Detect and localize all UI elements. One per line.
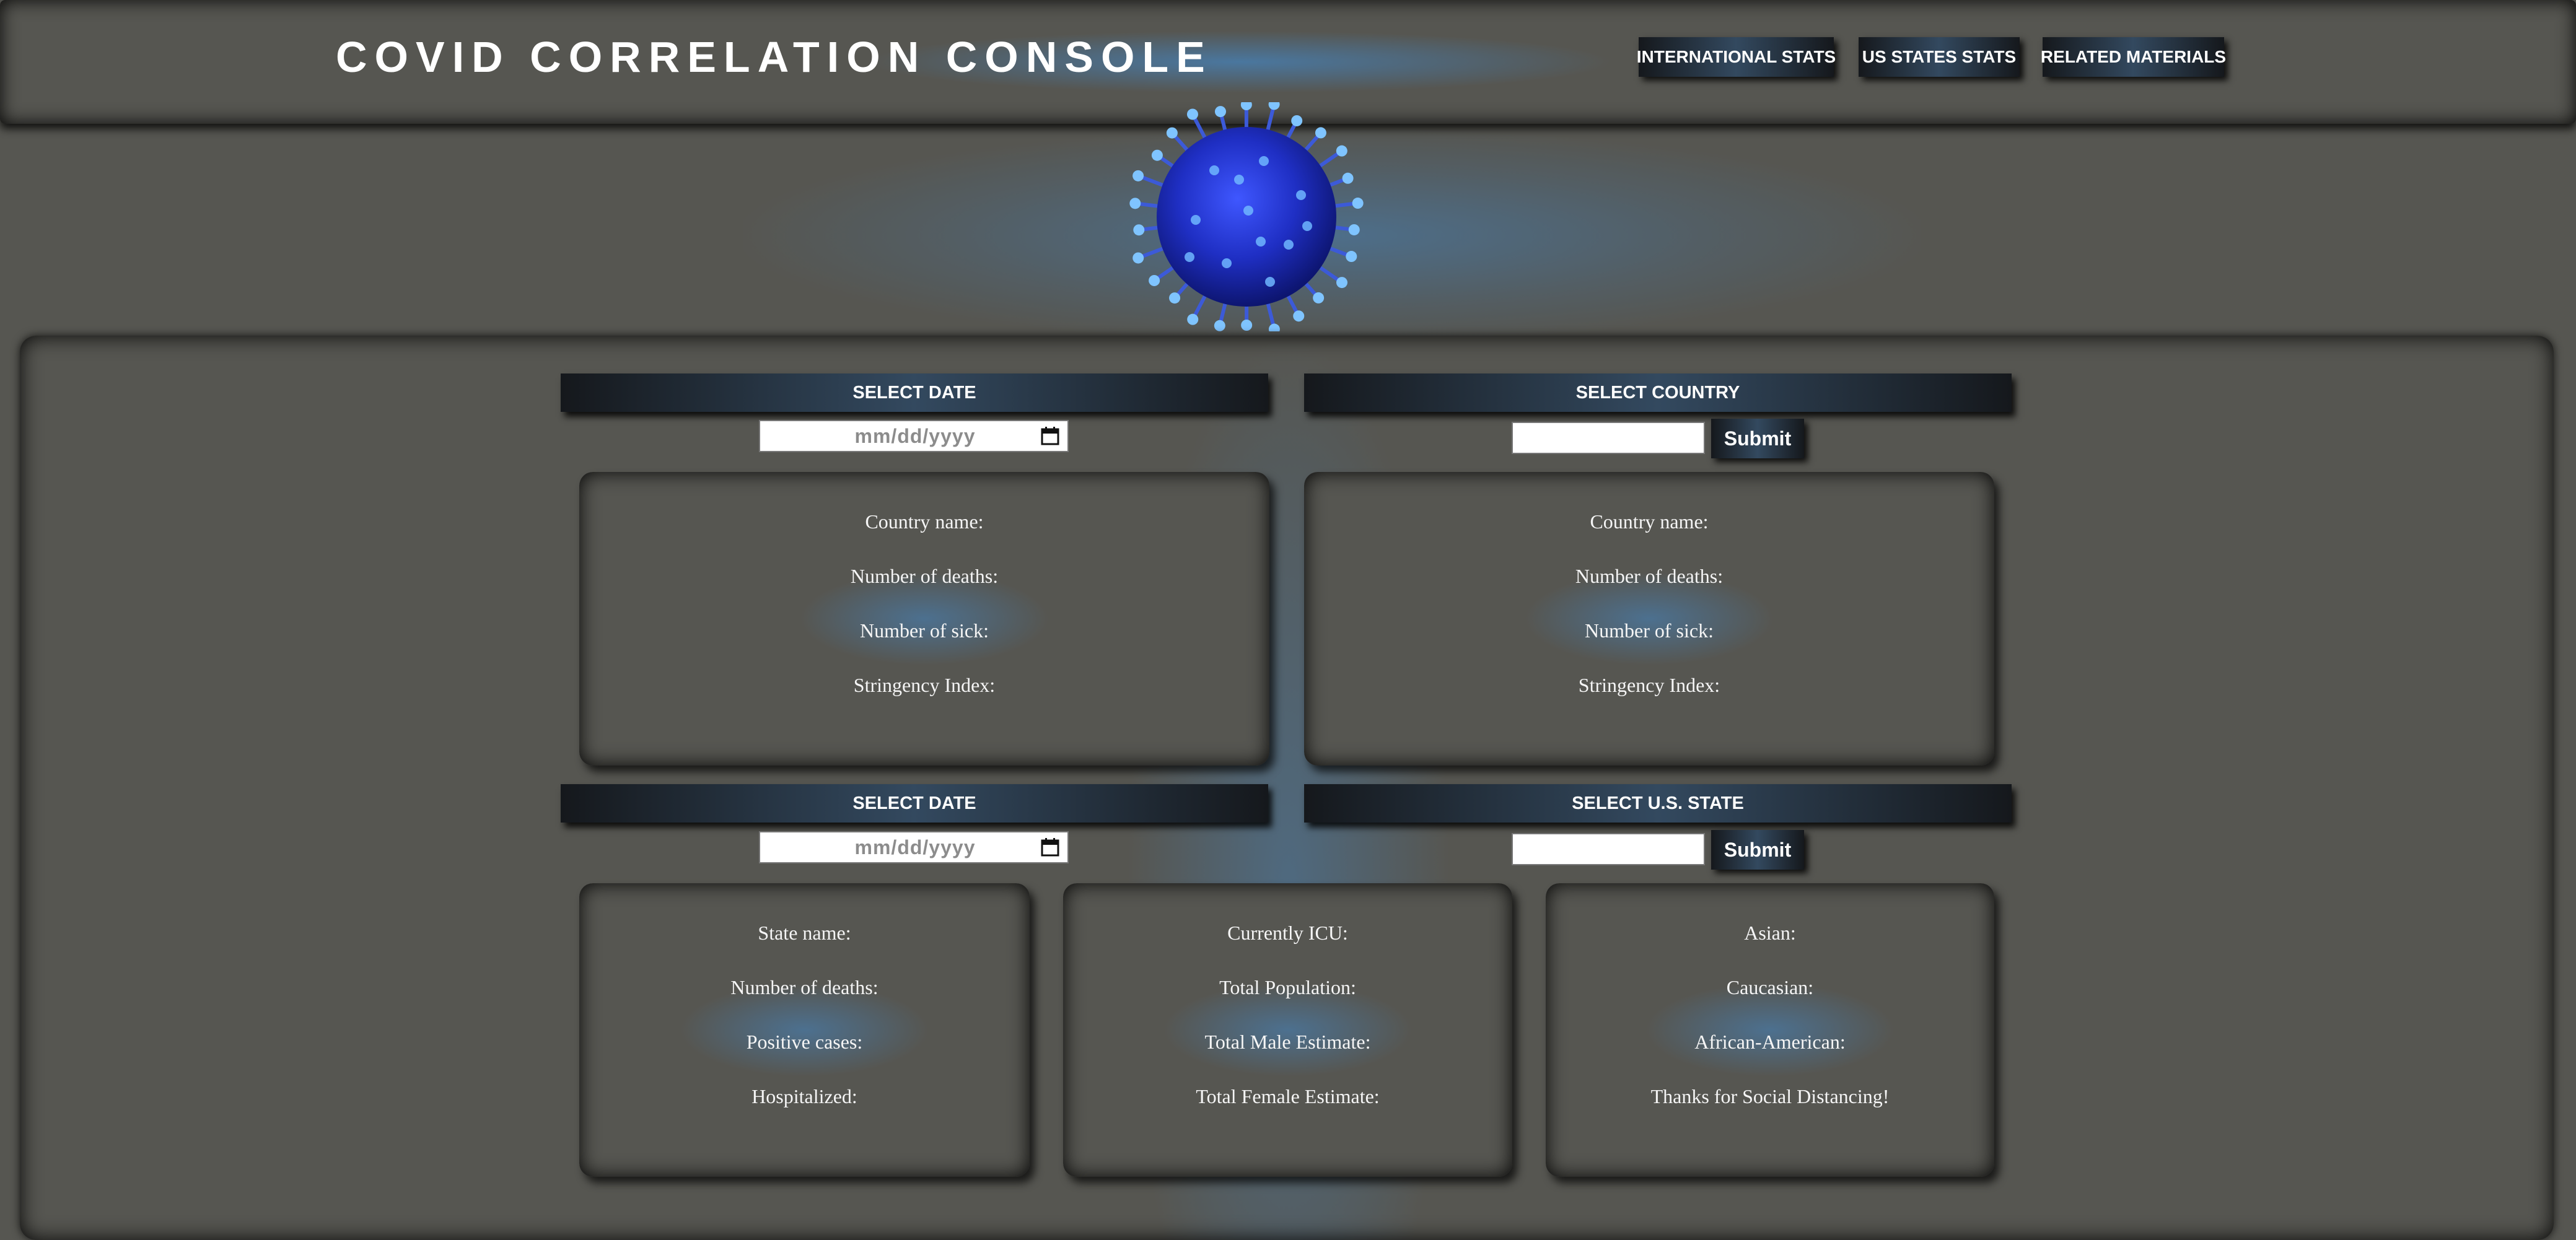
state-stats-card: State name: Number of deaths: Positive c… (579, 883, 1030, 1177)
number-of-sick-label: Number of sick: (1304, 619, 1994, 642)
nav-us-states-stats[interactable]: US STATES STATS (1859, 37, 2020, 77)
positive-cases-label: Positive cases: (579, 1031, 1030, 1054)
country-name-label: Country name: (1304, 510, 1994, 533)
caucasian-label: Caucasian: (1546, 976, 1994, 999)
submit-state-button[interactable]: Submit (1711, 830, 1804, 870)
calendar-icon[interactable] (1033, 420, 1067, 452)
number-of-sick-label: Number of sick: (579, 619, 1269, 642)
select-date-us-label: SELECT DATE (561, 784, 1268, 823)
nav-international-stats[interactable]: INTERNATIONAL STATS (1639, 37, 1834, 77)
submit-country-button[interactable]: Submit (1711, 419, 1804, 458)
population-stats-card: Currently ICU: Total Population: Total M… (1063, 883, 1512, 1177)
country-stats-card-right: Country name: Number of deaths: Number o… (1304, 472, 1994, 766)
social-distancing-message: Thanks for Social Distancing! (1546, 1085, 1994, 1108)
african-american-label: African-American: (1546, 1031, 1994, 1054)
currently-icu-label: Currently ICU: (1063, 922, 1512, 945)
demographics-card: Asian: Caucasian: African-American: Than… (1546, 883, 1994, 1177)
stringency-index-label: Stringency Index: (1304, 674, 1994, 697)
total-population-label: Total Population: (1063, 976, 1512, 999)
stringency-index-label: Stringency Index: (579, 674, 1269, 697)
date-placeholder: mm/dd/yyyy (760, 425, 1033, 448)
virus-icon (1121, 102, 1372, 331)
total-female-estimate-label: Total Female Estimate: (1063, 1085, 1512, 1108)
country-input[interactable] (1512, 422, 1705, 454)
date-input-international[interactable]: mm/dd/yyyy (759, 420, 1069, 452)
hospitalized-label: Hospitalized: (579, 1085, 1030, 1108)
site-title: COVID CORRELATION CONSOLE (336, 32, 1212, 82)
date-placeholder: mm/dd/yyyy (760, 836, 1033, 859)
asian-label: Asian: (1546, 922, 1994, 945)
country-stats-card-left: Country name: Number of deaths: Number o… (579, 472, 1269, 766)
select-country-label: SELECT COUNTRY (1304, 373, 2012, 412)
nav-related-materials[interactable]: RELATED MATERIALS (2043, 37, 2224, 77)
country-name-label: Country name: (579, 510, 1269, 533)
select-us-state-label: SELECT U.S. STATE (1304, 784, 2012, 823)
state-input[interactable] (1512, 833, 1705, 865)
number-of-deaths-label: Number of deaths: (1304, 565, 1994, 588)
number-of-deaths-label: Number of deaths: (579, 976, 1030, 999)
state-name-label: State name: (579, 922, 1030, 945)
total-male-estimate-label: Total Male Estimate: (1063, 1031, 1512, 1054)
date-input-us[interactable]: mm/dd/yyyy (759, 831, 1069, 863)
select-date-international-label: SELECT DATE (561, 373, 1268, 412)
calendar-icon[interactable] (1033, 831, 1067, 863)
number-of-deaths-label: Number of deaths: (579, 565, 1269, 588)
